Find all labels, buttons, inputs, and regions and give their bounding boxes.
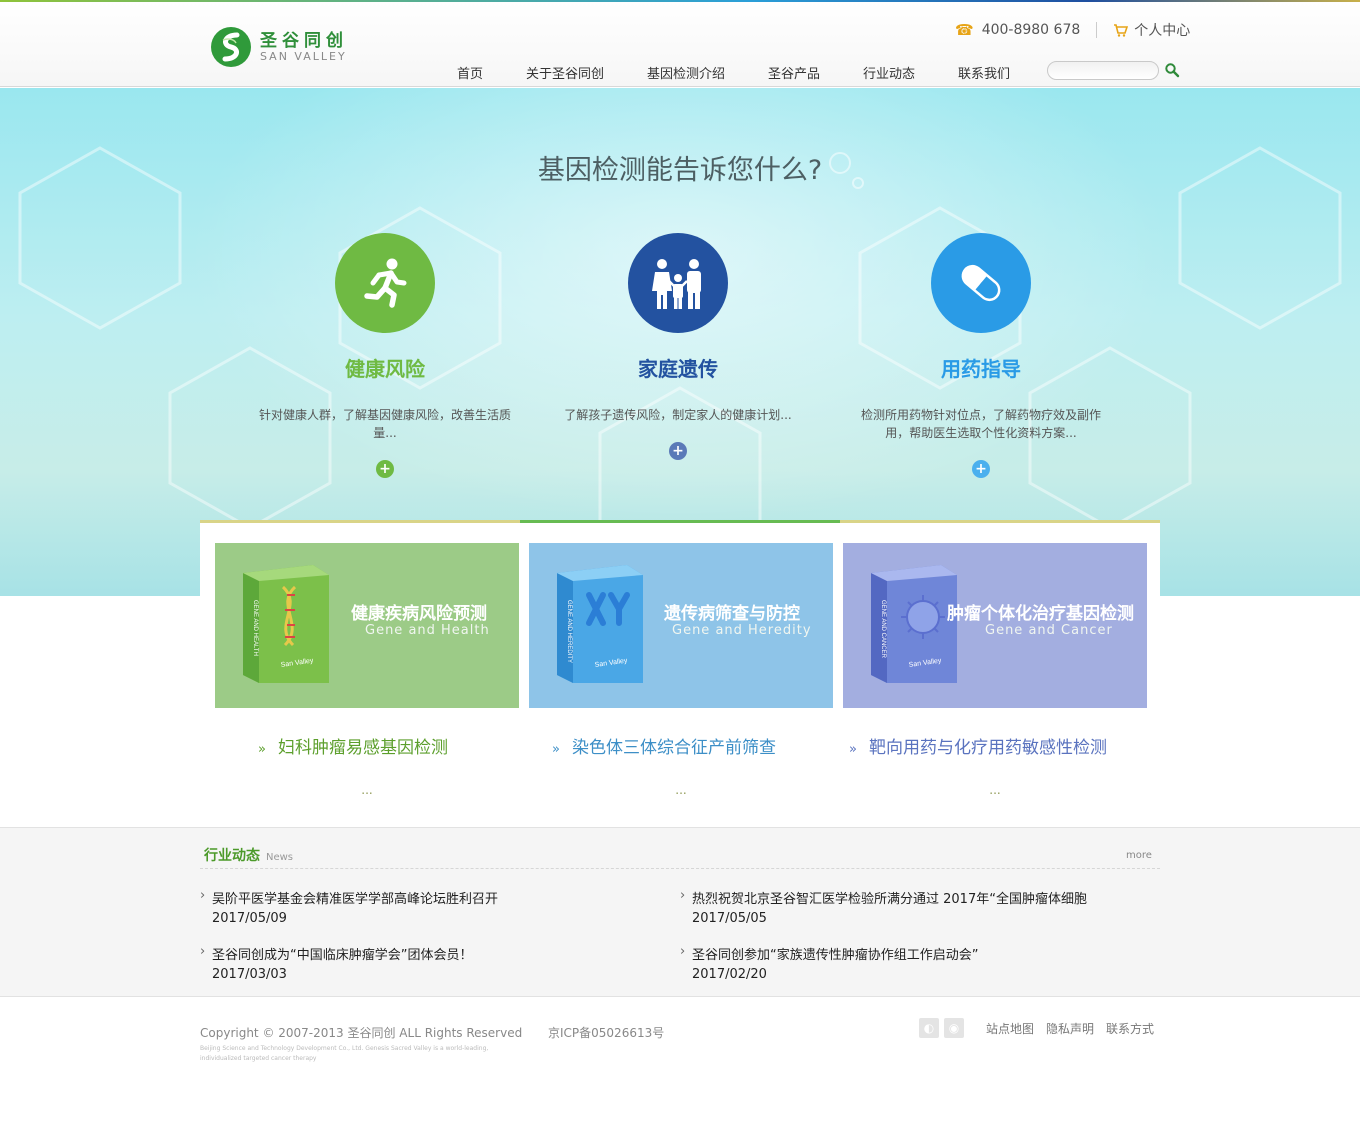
double-chevron-icon: » [849, 742, 857, 757]
top-utilities: ☎ 400-8980 678 个人中心 [955, 20, 1190, 40]
double-chevron-icon: » [258, 742, 266, 757]
gene-health-box-image: GENE AND HEALTH San Valley [243, 565, 329, 683]
double-chevron-icon: » [552, 742, 560, 757]
product-link-text: 妇科肿瘤易感基因检测 [277, 738, 448, 758]
box-label: GENE AND CANCER [880, 600, 886, 659]
logo-chinese: 圣谷同创 [260, 31, 348, 51]
header: 圣谷同创 SAN VALLEY ☎ 400-8980 678 个人中心 首页 关… [0, 2, 1360, 87]
news-item-date: 2017/05/05 [692, 911, 767, 926]
expand-plus-icon[interactable]: + [376, 460, 394, 478]
feature-icon-circle[interactable] [628, 233, 728, 333]
news-divider [200, 868, 1160, 869]
copyright: Copyright © 2007-2013 圣谷同创 ALL Rights Re… [200, 1026, 523, 1040]
feature-title: 家庭遗传 [638, 357, 718, 381]
phone-number: 400-8980 678 [981, 22, 1081, 38]
feature-health-risk: 健康风险 针对健康人群，了解基因健康风险，改善生活质量... + [235, 233, 535, 478]
nav-home[interactable]: 首页 [457, 63, 483, 82]
company-tagline: Beijing Science and Technology Developme… [200, 1045, 489, 1062]
expand-plus-icon[interactable]: + [669, 442, 687, 460]
product-link-text: 染色体三体综合征产前筛查 [571, 738, 776, 758]
news-item-date: 2017/02/20 [692, 967, 767, 982]
feature-icon-circle[interactable] [335, 233, 435, 333]
phone-icon: ☎ [955, 21, 974, 39]
logo-english: SAN VALLEY [260, 50, 347, 63]
card-more-dots[interactable]: ... [843, 783, 1147, 797]
feature-description: 了解孩子遗传风险，制定家人的健康计划... [564, 408, 792, 422]
family-icon [652, 259, 701, 309]
logo[interactable]: 圣谷同创 SAN VALLEY [210, 26, 348, 68]
icp-license[interactable]: 京ICP备05026613号 [548, 1024, 664, 1041]
news-item-date: 2017/05/09 [212, 911, 287, 926]
panel-accent-bar [840, 520, 1160, 523]
nav-news[interactable]: 行业动态 [863, 63, 915, 82]
news-title-english: News [266, 852, 294, 863]
footer-link-privacy[interactable]: 隐私声明 [1046, 1020, 1094, 1037]
news-section: 行业动态 News more 吴阶平医学基金会精准医学学部高峰论坛胜利召开 20… [0, 827, 1360, 997]
qq-icon[interactable]: ◐ [919, 1018, 939, 1038]
gene-cancer-box-image: GENE AND CANCER San Valley [871, 565, 957, 683]
nav-products[interactable]: 圣谷产品 [768, 63, 820, 82]
feature-description: 针对健康人群，了解基因健康风险，改善生活质量... [258, 408, 511, 440]
card-subtitle: Gene and Heredity [672, 623, 812, 638]
product-card-health[interactable]: GENE AND HEALTH San Valley 健康疾病风险预测 Gene… [215, 543, 519, 708]
box-label: GENE AND HEREDITY [566, 600, 572, 663]
card-title: 健康疾病风险预测 [351, 604, 487, 624]
news-item: 圣谷同创成为“中国临床肿瘤学会”团体会员！ 2017/03/03 [212, 944, 652, 982]
box-label: GENE AND HEALTH [252, 600, 258, 656]
news-item-title[interactable]: 吴阶平医学基金会精准医学学部高峰论坛胜利召开 [212, 888, 652, 907]
news-more-link[interactable]: more [1126, 850, 1152, 861]
account-link[interactable]: 个人中心 [1134, 20, 1190, 40]
feature-title: 用药指导 [941, 357, 1021, 381]
news-header: 行业动态 News [204, 845, 293, 865]
panel-accent-bar [200, 520, 520, 523]
product-link-gynecologic[interactable]: » 妇科肿瘤易感基因检测 [258, 733, 448, 758]
search-icon[interactable] [1164, 62, 1180, 78]
feature-family-heredity: 家庭遗传 了解孩子遗传风险，制定家人的健康计划... + [528, 233, 828, 460]
pill-icon [961, 264, 1001, 302]
footer-link-sitemap[interactable]: 站点地图 [986, 1020, 1034, 1037]
news-item-date: 2017/03/03 [212, 967, 287, 982]
news-item: 圣谷同创参加“家族遗传性肿瘤协作组工作启动会” 2017/02/20 [692, 944, 1132, 982]
running-person-icon [364, 258, 407, 308]
news-title: 行业动态 [204, 848, 260, 864]
hero-title: 基因检测能告诉您什么? [537, 155, 823, 186]
panel-accent-bar [520, 520, 840, 523]
feature-description: 检测所用药物针对位点，了解药物疗效及副作用，帮助医生选取个性化资料方案... [860, 408, 1101, 440]
feature-icon-circle[interactable] [931, 233, 1031, 333]
card-title: 肿瘤个体化治疗基因检测 [947, 604, 1134, 624]
weibo-icon[interactable]: ◉ [944, 1018, 964, 1038]
card-subtitle: Gene and Health [365, 623, 490, 638]
news-item: 吴阶平医学基金会精准医学学部高峰论坛胜利召开 2017/05/09 [212, 888, 652, 926]
product-link-text: 靶向用药与化疗用药敏感性检测 [868, 738, 1107, 758]
logo-icon [211, 27, 251, 67]
card-title: 遗传病筛查与防控 [664, 604, 800, 624]
card-more-dots[interactable]: ... [215, 783, 519, 797]
product-card-heredity[interactable]: GENE AND HEREDITY San Valley 遗传病筛查与防控 Ge… [529, 543, 833, 708]
product-link-trisomy[interactable]: » 染色体三体综合征产前筛查 [552, 733, 776, 758]
product-link-targeted-therapy[interactable]: » 靶向用药与化疗用药敏感性检测 [849, 733, 1107, 758]
cart-icon[interactable] [1113, 23, 1129, 37]
expand-plus-icon[interactable]: + [972, 460, 990, 478]
footer: Copyright © 2007-2013 圣谷同创 ALL Rights Re… [0, 998, 1360, 1122]
product-panel: GENE AND HEALTH San Valley 健康疾病风险预测 Gene… [200, 520, 1160, 825]
nav-contact[interactable]: 联系我们 [958, 63, 1010, 82]
nav-about[interactable]: 关于圣谷同创 [526, 63, 604, 82]
news-item-title[interactable]: 热烈祝贺北京圣谷智汇医学检验所满分通过 2017年“全国肿瘤体细胞 [692, 888, 1132, 907]
feature-title: 健康风险 [345, 357, 425, 381]
news-item-title[interactable]: 圣谷同创参加“家族遗传性肿瘤协作组工作启动会” [692, 944, 1132, 963]
divider [1096, 22, 1098, 38]
footer-link-contact[interactable]: 联系方式 [1106, 1020, 1154, 1037]
news-item-title[interactable]: 圣谷同创成为“中国临床肿瘤学会”团体会员！ [212, 944, 652, 963]
product-card-cancer[interactable]: GENE AND CANCER San Valley 肿瘤个体化治疗基因检测 G… [843, 543, 1147, 708]
card-more-dots[interactable]: ... [529, 783, 833, 797]
search-input[interactable] [1047, 61, 1159, 80]
feature-medication-guidance: 用药指导 检测所用药物针对位点，了解药物疗效及副作用，帮助医生选取个性化资料方案… [831, 233, 1131, 478]
card-subtitle: Gene and Cancer [985, 623, 1113, 638]
gene-heredity-box-image: GENE AND HEREDITY San Valley [557, 565, 643, 683]
news-item: 热烈祝贺北京圣谷智汇医学检验所满分通过 2017年“全国肿瘤体细胞 2017/0… [692, 888, 1132, 926]
nav-gene-testing[interactable]: 基因检测介绍 [647, 63, 725, 82]
